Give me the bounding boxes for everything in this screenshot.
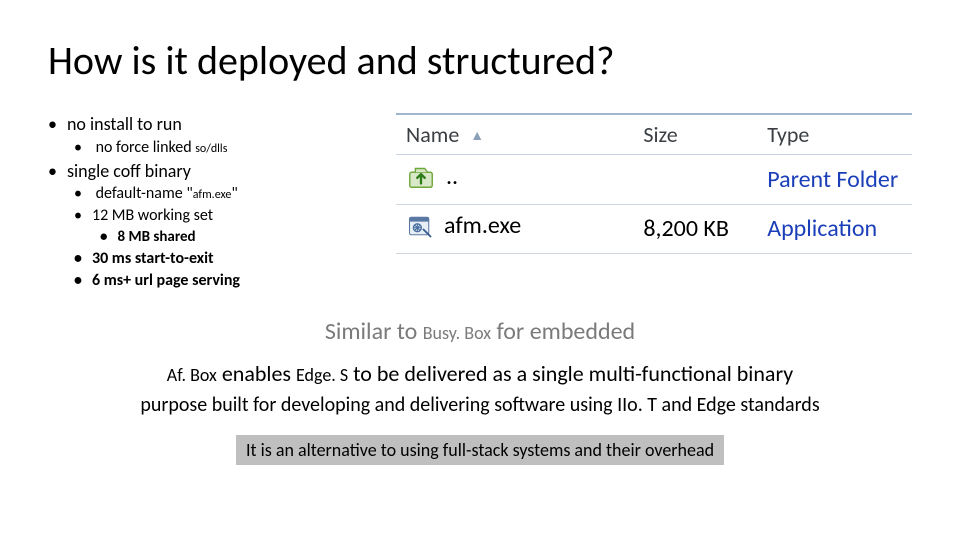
- cell-size: [633, 155, 757, 205]
- parent-folder-icon: [406, 161, 436, 191]
- text-small: Af. Box: [167, 364, 217, 386]
- bullet-l1: single coff binary: [48, 160, 368, 183]
- header-text: Name: [406, 121, 459, 148]
- content-columns: no install to run no force linked so/dll…: [48, 113, 912, 293]
- text: for embedded: [491, 317, 635, 346]
- bullet-text: no force linked: [96, 138, 196, 157]
- bullet-text: 8 MB shared: [117, 228, 195, 246]
- bullet-text: default-name ": [96, 184, 193, 203]
- cell-type: Application: [757, 205, 912, 254]
- similar-line: Similar to Busy. Box for embedded: [48, 317, 912, 346]
- text: to be delivered as a single multi-functi…: [348, 360, 793, 387]
- lower-text: Similar to Busy. Box for embedded Af. Bo…: [48, 317, 912, 465]
- file-table-column: Name ▲ Size Type: [396, 113, 912, 254]
- enable-line: Af. Box enables Edge. S to be delivered …: [48, 360, 912, 387]
- bullet-small: so/dlls: [195, 142, 227, 156]
- cell-text: afm.exe: [444, 211, 521, 240]
- bullet-l1: no install to run: [48, 113, 368, 136]
- bullet-l2: 30 ms start-to-exit: [48, 249, 368, 269]
- table-header-row: Name ▲ Size Type: [396, 114, 912, 155]
- col-header-name: Name ▲: [396, 114, 633, 155]
- bullet-text: ": [231, 184, 237, 203]
- bullet-text: 6 ms+ url page serving: [92, 271, 240, 290]
- cell-type: Parent Folder: [757, 155, 912, 205]
- col-header-size: Size: [633, 114, 757, 155]
- slide-title: How is it deployed and structured?: [48, 36, 912, 85]
- cell-size: 8,200 KB: [633, 205, 757, 254]
- slide: How is it deployed and structured? no in…: [0, 0, 960, 540]
- bullet-text: single coff binary: [67, 160, 191, 182]
- bullet-text: 12 MB working set: [92, 206, 213, 225]
- bullet-column: no install to run no force linked so/dll…: [48, 113, 368, 293]
- text: Similar to: [325, 317, 423, 346]
- cell-text: ..: [446, 162, 458, 191]
- text: enables: [217, 360, 296, 387]
- bullet-text: 30 ms start-to-exit: [92, 249, 214, 268]
- application-icon: [406, 212, 434, 240]
- alt-box: It is an alternative to using full-stack…: [236, 435, 724, 465]
- bullet-text: no install to run: [67, 113, 182, 135]
- bullet-l2: default-name "afm.exe": [48, 184, 368, 204]
- file-table: Name ▲ Size Type: [396, 113, 912, 254]
- cell-name: afm.exe: [396, 205, 633, 254]
- text-small: Edge. S: [296, 364, 348, 386]
- sort-asc-icon: ▲: [470, 127, 484, 144]
- purpose-line: purpose built for developing and deliver…: [48, 393, 912, 417]
- bullet-l3: 8 MB shared: [48, 228, 368, 247]
- bullet-l2: no force linked so/dlls: [48, 138, 368, 158]
- text-small: Busy. Box: [423, 322, 491, 344]
- bullet-l2: 12 MB working set: [48, 206, 368, 226]
- bullet-small: afm.exe: [193, 188, 232, 202]
- table-row: .. Parent Folder: [396, 155, 912, 205]
- col-header-type: Type: [757, 114, 912, 155]
- table-row: afm.exe 8,200 KB Application: [396, 205, 912, 254]
- cell-name: ..: [396, 155, 633, 205]
- bullet-l2: 6 ms+ url page serving: [48, 271, 368, 291]
